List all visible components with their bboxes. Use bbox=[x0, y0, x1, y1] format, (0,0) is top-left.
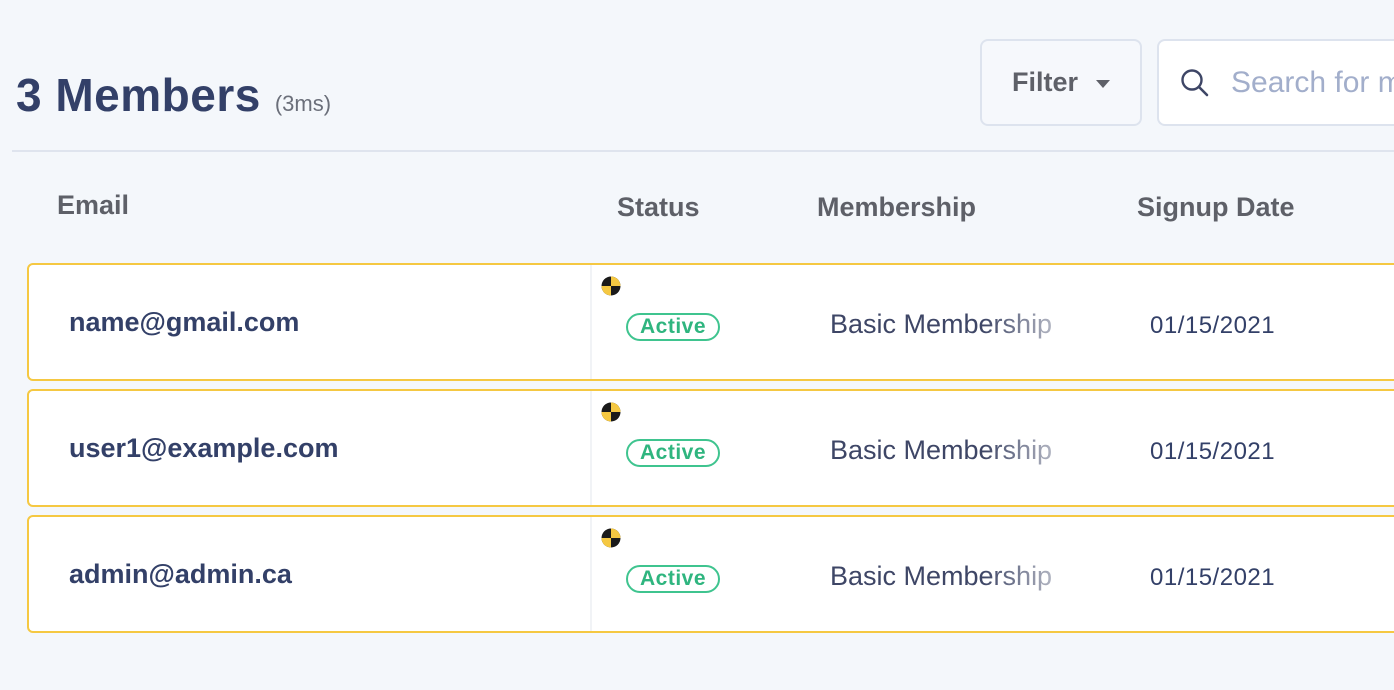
search-icon bbox=[1181, 68, 1209, 96]
member-email: admin@admin.ca bbox=[69, 559, 292, 589]
column-separator bbox=[590, 391, 592, 505]
members-page: 3 Members (3ms) Filter Email Status Memb… bbox=[0, 0, 1394, 690]
caret-down-icon bbox=[1096, 80, 1110, 88]
page-title: 3 Members bbox=[16, 69, 261, 121]
column-header-signup-date[interactable]: Signup Date bbox=[1137, 192, 1295, 223]
filter-button[interactable]: Filter bbox=[980, 39, 1142, 126]
table-row[interactable]: name@gmail.com Active Basic Membership 0… bbox=[27, 263, 1394, 381]
search-input[interactable] bbox=[1231, 65, 1394, 100]
signup-date: 01/15/2021 bbox=[1150, 564, 1276, 591]
membership-name: Basic Membership bbox=[830, 309, 1053, 339]
member-email: name@gmail.com bbox=[69, 307, 300, 337]
column-separator bbox=[590, 265, 592, 379]
filter-label: Filter bbox=[1011, 67, 1078, 97]
member-email: user1@example.com bbox=[69, 433, 339, 463]
table-row[interactable]: user1@example.com Active Basic Membershi… bbox=[27, 389, 1394, 507]
membership-name: Basic Membership bbox=[830, 435, 1053, 465]
status-badge: Active bbox=[626, 439, 721, 467]
signup-date: 01/15/2021 bbox=[1150, 438, 1276, 465]
debug-marker-icon bbox=[601, 276, 621, 296]
column-separator bbox=[590, 517, 592, 631]
debug-marker-icon bbox=[601, 528, 621, 548]
status-badge: Active bbox=[626, 313, 721, 341]
column-header-status[interactable]: Status bbox=[617, 192, 700, 223]
header-divider bbox=[12, 150, 1394, 152]
query-timing: (3ms) bbox=[274, 91, 332, 116]
status-badge: Active bbox=[626, 565, 721, 593]
table-row[interactable]: admin@admin.ca Active Basic Membership 0… bbox=[27, 515, 1394, 633]
page-header: 3 Members (3ms) bbox=[16, 68, 331, 122]
column-header-email[interactable]: Email bbox=[57, 190, 129, 221]
column-header-membership[interactable]: Membership bbox=[817, 192, 976, 223]
signup-date: 01/15/2021 bbox=[1150, 312, 1276, 339]
membership-name: Basic Membership bbox=[830, 561, 1053, 591]
search-box[interactable] bbox=[1157, 39, 1394, 126]
debug-marker-icon bbox=[601, 402, 621, 422]
